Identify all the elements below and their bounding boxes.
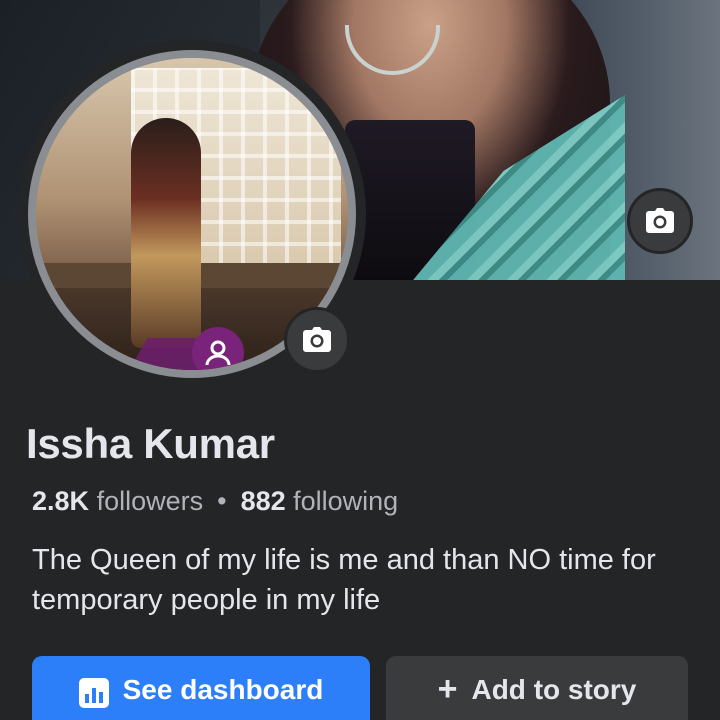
edit-cover-photo-button[interactable] <box>627 188 693 254</box>
following-label: following <box>293 486 399 516</box>
plus-icon: + <box>437 670 458 708</box>
add-to-story-button[interactable]: + Add to story <box>386 656 688 720</box>
profile-stats: 2.8K followers • 882 following <box>32 486 398 517</box>
profile-guard-icon <box>205 340 231 366</box>
badge-circle <box>192 327 244 370</box>
add-to-story-label: Add to story <box>471 674 637 705</box>
profile-bio: The Queen of my life is me and than NO t… <box>32 544 656 616</box>
following-link[interactable]: 882 following <box>241 486 399 516</box>
followers-label: followers <box>96 486 204 516</box>
followers-count: 2.8K <box>32 486 90 516</box>
profile-name: Issha Kumar <box>26 420 275 467</box>
see-dashboard-button[interactable]: See dashboard <box>32 656 370 720</box>
camera-icon <box>646 208 674 233</box>
following-count: 882 <box>240 486 286 516</box>
camera-icon <box>303 327 331 352</box>
see-dashboard-label: See dashboard <box>122 674 324 705</box>
followers-link[interactable]: 2.8K followers <box>32 486 203 516</box>
profile-guard-badge <box>124 308 256 370</box>
edit-profile-picture-button[interactable] <box>284 307 350 373</box>
stats-separator: • <box>217 486 227 516</box>
bar-chart-icon <box>78 678 109 708</box>
